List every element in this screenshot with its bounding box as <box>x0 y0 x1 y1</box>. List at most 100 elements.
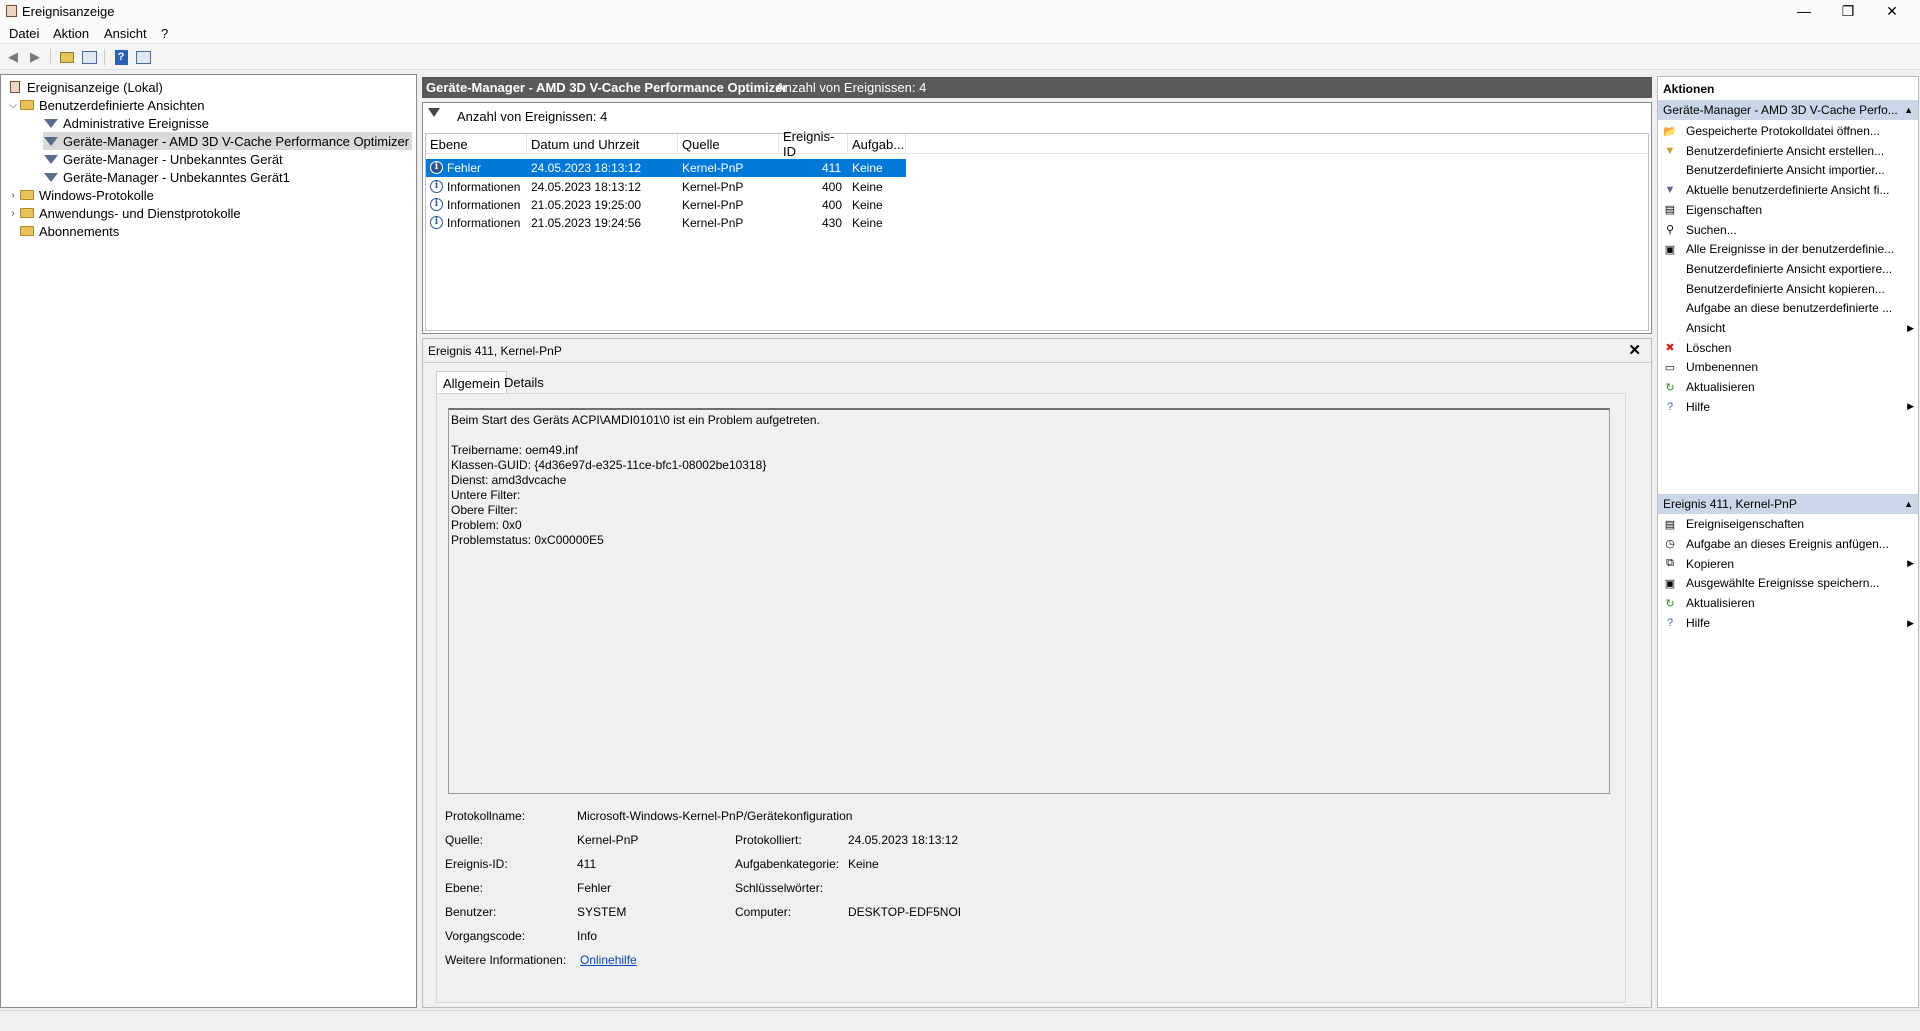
collapse-icon[interactable]: ▲ <box>1904 499 1913 509</box>
tab-general[interactable]: Allgemein <box>436 371 508 393</box>
column-header-event-id[interactable]: Ereignis-ID <box>779 129 848 159</box>
help-icon[interactable]: ? <box>112 48 130 66</box>
menu-bar: Datei Aktion Ansicht ? <box>0 22 1920 44</box>
action-item[interactable]: ? Hilfe ▶ <box>1658 397 1918 417</box>
minimize-button[interactable]: — <box>1782 0 1826 22</box>
table-row[interactable]: i Informationen 21.05.2023 19:25:00 Kern… <box>426 196 906 214</box>
online-help-link[interactable]: Onlinehilfe <box>580 953 637 967</box>
forward-icon[interactable]: ▶ <box>26 48 44 66</box>
value-computer[interactable]: DESKTOP-EDF5NOI <box>848 905 961 919</box>
status-bar <box>0 1010 1920 1031</box>
cell-task: Keine <box>852 180 883 194</box>
value-source[interactable]: Kernel-PnP <box>577 833 638 847</box>
action-item[interactable]: ⚲ Suchen... <box>1658 220 1918 240</box>
action-item[interactable]: ▤ Eigenschaften <box>1658 200 1918 220</box>
tree-label: Ereignisanzeige (Lokal) <box>27 79 163 95</box>
menu-ansicht[interactable]: Ansicht <box>104 26 147 41</box>
action-label: Ausgewählte Ereignisse speichern... <box>1686 576 1880 591</box>
action-item[interactable]: Benutzerdefinierte Ansicht kopieren... <box>1658 279 1918 299</box>
action-item[interactable]: ? Hilfe ▶ <box>1658 613 1918 633</box>
column-header-task[interactable]: Aufgab... <box>848 134 906 154</box>
folder-icon <box>19 206 34 220</box>
show-hide-tree-icon[interactable] <box>80 48 98 66</box>
folder-icon <box>19 98 34 112</box>
copy-icon: ⧉ <box>1666 557 1674 570</box>
event-viewer-icon <box>7 80 22 94</box>
action-item[interactable]: Ansicht ▶ <box>1658 318 1918 338</box>
chevron-right-icon[interactable]: › <box>7 190 19 201</box>
action-label: Hilfe <box>1686 399 1711 414</box>
tab-details[interactable]: Details <box>498 371 550 393</box>
action-item[interactable]: ▣ Alle Ereignisse in der benutzerdefinie.… <box>1658 239 1918 259</box>
action-item[interactable]: Benutzerdefinierte Ansicht importier... <box>1658 160 1918 180</box>
action-item[interactable]: 📂 Gespeicherte Protokolldatei öffnen... <box>1658 121 1918 141</box>
collapse-icon[interactable]: ▲ <box>1904 105 1913 115</box>
value-event-id[interactable]: 411 <box>577 857 596 871</box>
back-icon[interactable]: ◀ <box>4 48 22 66</box>
menu-aktion[interactable]: Aktion <box>53 26 89 41</box>
table-row[interactable]: i Informationen 21.05.2023 19:24:56 Kern… <box>426 214 906 232</box>
submenu-arrow-icon: ▶ <box>1907 322 1914 333</box>
tree-node-subscriptions[interactable]: Abonnements <box>19 222 119 240</box>
tree-node-app-logs[interactable]: › Anwendungs- und Dienstprotokolle <box>7 204 240 222</box>
value-log-name[interactable]: Microsoft-Windows-Kernel-PnP/Gerätekonfi… <box>577 809 852 823</box>
action-item[interactable]: ▤ Ereigniseigenschaften <box>1658 514 1918 534</box>
tree-node-amd-view[interactable]: Geräte-Manager - AMD 3D V-Cache Performa… <box>43 132 413 150</box>
tree-node-windows-logs[interactable]: › Windows-Protokolle <box>7 186 154 204</box>
value-level[interactable]: Fehler <box>577 881 611 895</box>
close-button[interactable]: ✕ <box>1870 0 1914 22</box>
cell-event-id: 430 <box>822 216 843 230</box>
label-computer: Computer: <box>735 905 792 919</box>
action-item[interactable]: ✖ Löschen <box>1658 338 1918 358</box>
action-label: Benutzerdefinierte Ansicht erstellen... <box>1686 143 1885 158</box>
label-event-id: Ereignis-ID: <box>445 857 508 871</box>
label-more-info: Weitere Informationen: <box>445 953 567 967</box>
action-item[interactable]: ▭ Umbenennen <box>1658 357 1918 377</box>
chevron-right-icon[interactable]: › <box>7 208 19 219</box>
show-action-pane-icon[interactable] <box>134 48 152 66</box>
blank-icon <box>1662 162 1678 178</box>
menu-datei[interactable]: Datei <box>9 26 39 41</box>
tree-node-root[interactable]: Ereignisanzeige (Lokal) <box>7 78 163 96</box>
value-task-category[interactable]: Keine <box>848 857 879 871</box>
column-header-level[interactable]: Ebene <box>426 134 527 154</box>
tree-label: Geräte-Manager - Unbekanntes Gerät1 <box>63 169 290 185</box>
event-message-text[interactable]: Beim Start des Geräts ACPI\AMDI0101\0 is… <box>448 408 1610 794</box>
maximize-button[interactable]: ❐ <box>1826 0 1870 22</box>
filter-icon <box>43 116 58 130</box>
section-label: Ereignis 411, Kernel-PnP <box>1663 497 1797 511</box>
value-user[interactable]: SYSTEM <box>577 905 626 919</box>
tree-node-unknown-device[interactable]: Geräte-Manager - Unbekanntes Gerät <box>43 150 283 168</box>
actions-section-view[interactable]: Geräte-Manager - AMD 3D V-Cache Perfo...… <box>1658 100 1918 120</box>
up-folder-icon[interactable] <box>58 48 76 66</box>
action-item[interactable]: ⧉ Kopieren ▶ <box>1658 554 1918 574</box>
chevron-down-icon[interactable]: ⌵ <box>7 100 19 111</box>
menu-help[interactable]: ? <box>161 26 168 41</box>
actions-section-event[interactable]: Ereignis 411, Kernel-PnP ▲ <box>1658 494 1918 514</box>
tree-label: Administrative Ereignisse <box>63 115 209 131</box>
action-item[interactable]: Aufgabe an diese benutzerdefinierte ... <box>1658 298 1918 318</box>
value-opcode[interactable]: Info <box>577 929 597 943</box>
close-icon[interactable]: ✕ <box>1628 341 1641 359</box>
tree-node-custom-views[interactable]: ⌵ Benutzerdefinierte Ansichten <box>7 96 204 114</box>
save-icon: ▣ <box>1664 577 1676 590</box>
value-logged[interactable]: 24.05.2023 18:13:12 <box>848 833 958 847</box>
action-item[interactable]: ↻ Aktualisieren <box>1658 593 1918 613</box>
center-pane-header: Geräte-Manager - AMD 3D V-Cache Performa… <box>422 77 1652 98</box>
table-row[interactable]: i Informationen 24.05.2023 18:13:12 Kern… <box>426 178 906 196</box>
column-header-date[interactable]: Datum und Uhrzeit <box>527 134 678 154</box>
action-item[interactable]: ▣ Ausgewählte Ereignisse speichern... <box>1658 573 1918 593</box>
action-item[interactable]: Benutzerdefinierte Ansicht exportiere... <box>1658 259 1918 279</box>
action-item[interactable]: ▼ Benutzerdefinierte Ansicht erstellen... <box>1658 141 1918 161</box>
action-item[interactable]: ◷ Aufgabe an dieses Ereignis anfügen... <box>1658 534 1918 554</box>
filter-icon <box>43 152 58 166</box>
tree-node-admin-events[interactable]: Administrative Ereignisse <box>43 114 209 132</box>
action-item[interactable]: ↻ Aktualisieren <box>1658 377 1918 397</box>
refresh-icon: ↻ <box>1665 597 1675 610</box>
label-user: Benutzer: <box>445 905 497 919</box>
cell-date: 24.05.2023 18:13:12 <box>531 180 642 194</box>
action-item[interactable]: ▼ Aktuelle benutzerdefinierte Ansicht fi.… <box>1658 180 1918 200</box>
tree-node-unknown-device1[interactable]: Geräte-Manager - Unbekanntes Gerät1 <box>43 168 290 186</box>
table-row[interactable]: i Fehler 24.05.2023 18:13:12 Kernel-PnP … <box>426 159 906 177</box>
column-header-source[interactable]: Quelle <box>678 134 779 154</box>
